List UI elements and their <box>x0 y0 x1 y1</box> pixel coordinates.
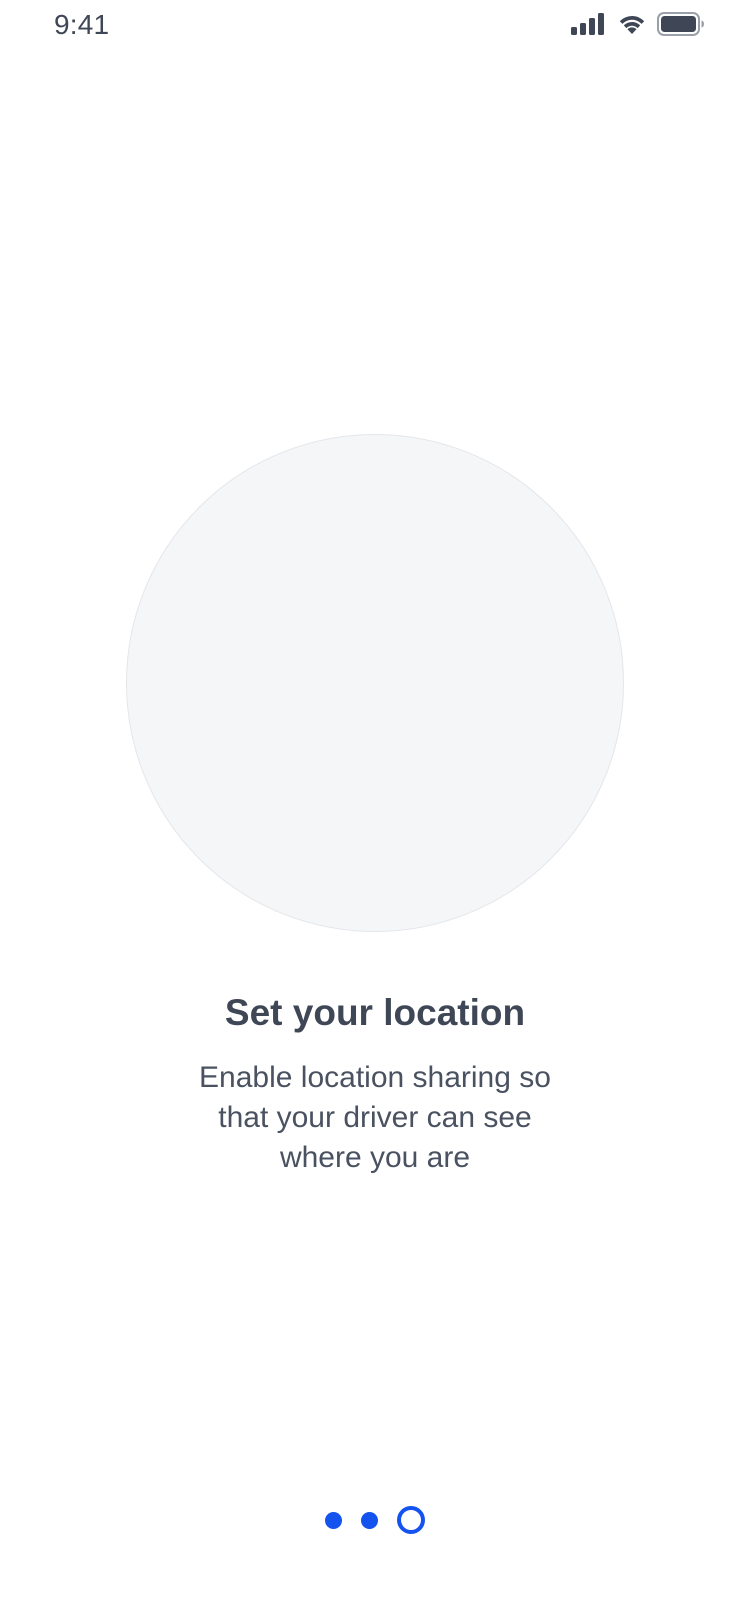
onboarding-illustration <box>126 434 624 932</box>
page-indicator <box>0 1505 750 1535</box>
onboarding-title: Set your location <box>224 992 526 1033</box>
page-dot-1[interactable] <box>325 1511 342 1529</box>
status-time: 9:41 <box>54 9 110 40</box>
battery-icon <box>657 12 705 36</box>
cellular-signal-icon <box>571 13 607 35</box>
onboarding-description: Enable location sharing so that your dri… <box>199 1061 551 1174</box>
page-dot-2[interactable] <box>361 1511 378 1529</box>
wifi-icon <box>617 13 647 35</box>
page-dot-3-active[interactable] <box>397 1506 425 1534</box>
status-icons <box>571 12 705 36</box>
status-bar: 9:41 <box>0 0 750 50</box>
